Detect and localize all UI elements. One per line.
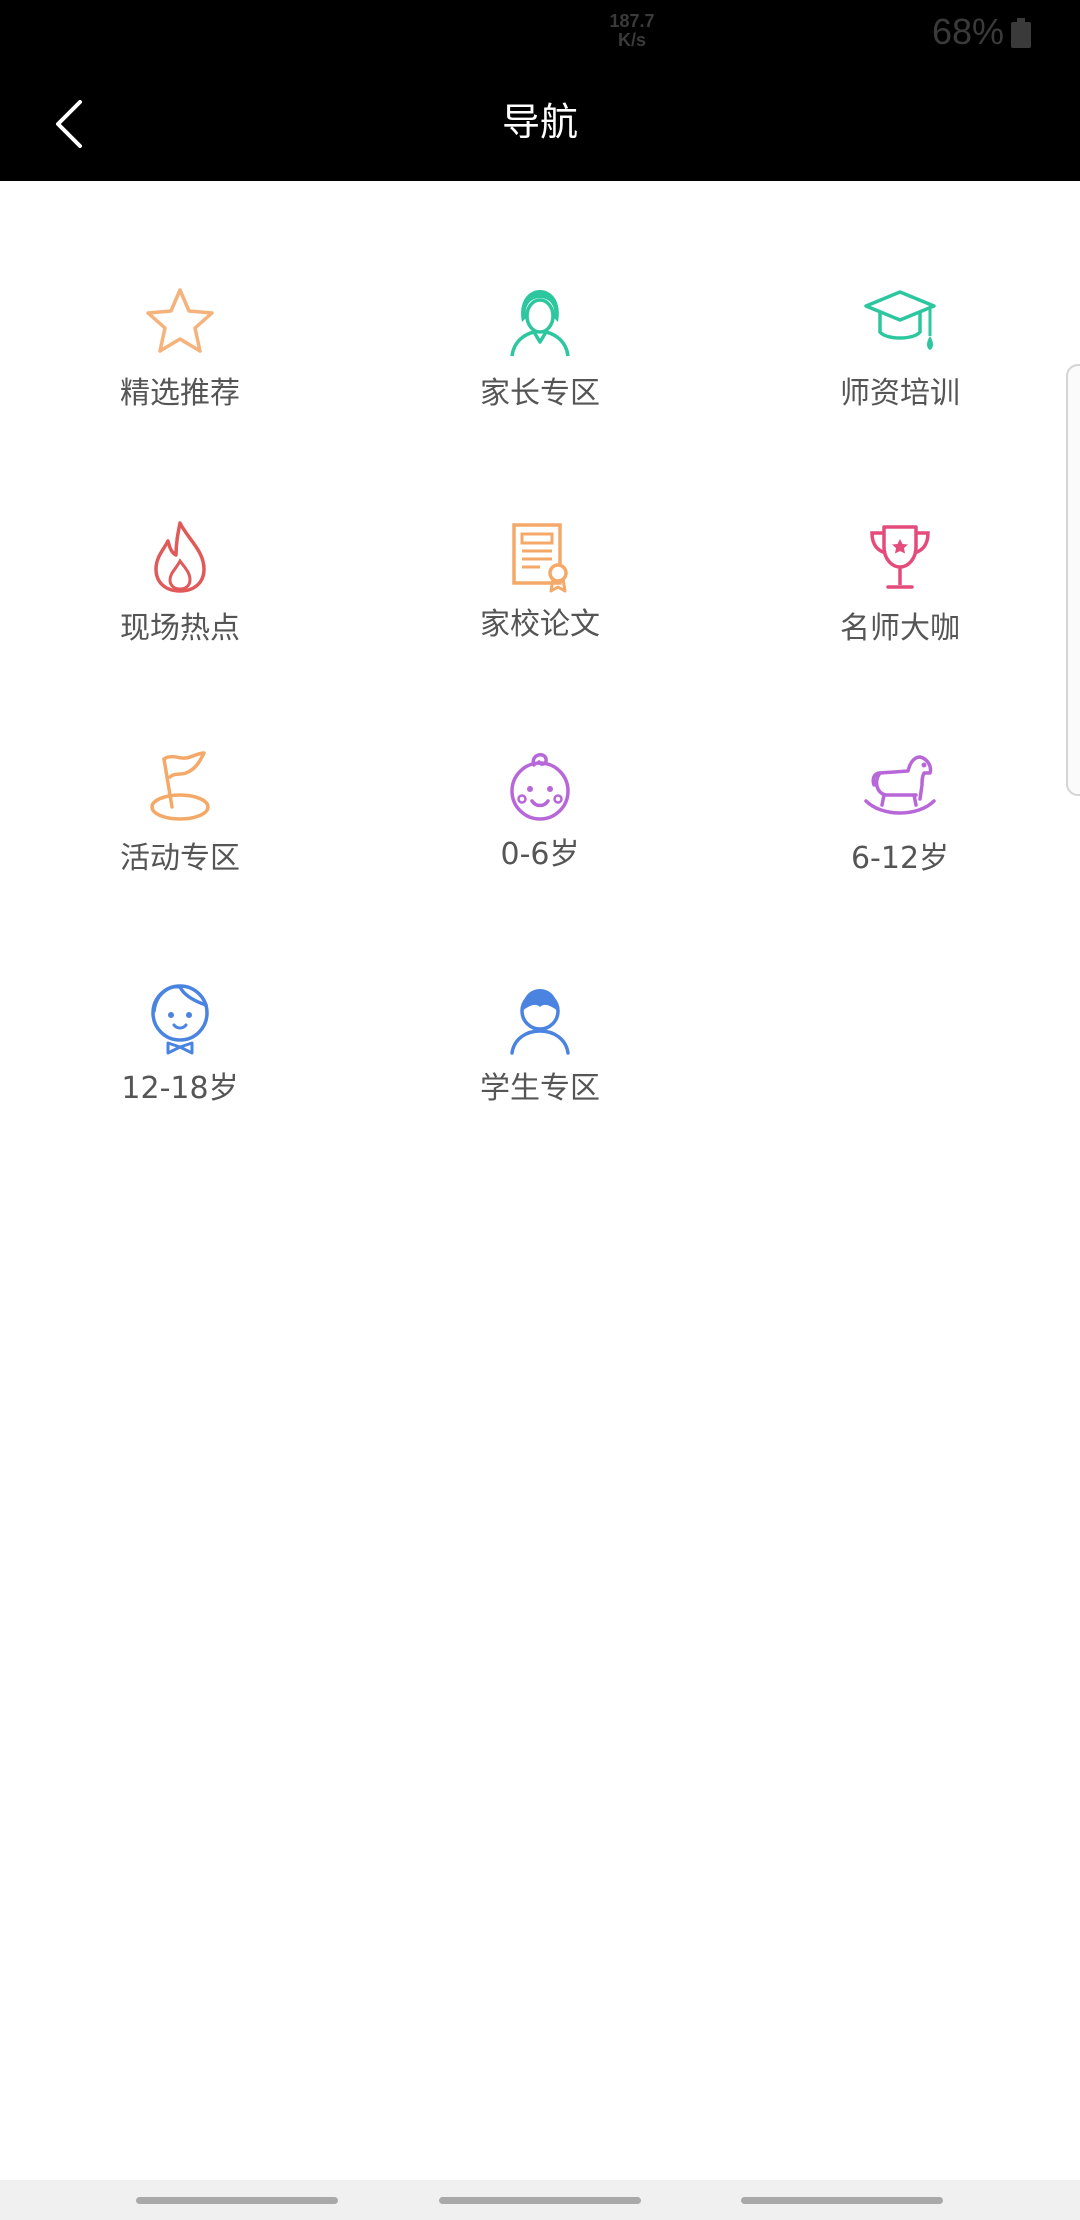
edge-panel-handle[interactable] [1066, 364, 1080, 796]
network-speed: 187.7 K/s [596, 12, 668, 50]
star-icon [140, 282, 220, 362]
baby-face-icon [500, 747, 580, 827]
back-button[interactable] [30, 84, 110, 164]
gesture-pill-right[interactable] [741, 2197, 943, 2204]
certificate-icon [500, 517, 580, 597]
flag-icon [140, 747, 220, 827]
graduation-cap-icon [860, 282, 940, 362]
nav-item-label: 0-6岁 [500, 837, 580, 872]
nav-item-hot-topics[interactable]: 现场热点 [30, 517, 330, 697]
network-speed-value: 187.7 [609, 11, 655, 31]
nav-item-label: 精选推荐 [120, 376, 240, 411]
nav-item-age-6-12[interactable]: 6-12岁 [750, 747, 1050, 927]
page-title: 导航 [501, 100, 578, 144]
app-bar: 导航 [0, 64, 1080, 181]
gesture-bar [0, 2180, 1080, 2220]
nav-item-label: 名师大咖 [840, 611, 960, 646]
nav-item-parents[interactable]: 家长专区 [390, 282, 690, 462]
gesture-pill-left[interactable] [136, 2197, 338, 2204]
status-bar: 187.7 K/s 68% [0, 0, 1080, 64]
gesture-pill-center[interactable] [439, 2197, 641, 2204]
nav-item-teacher-training[interactable]: 师资培训 [750, 282, 1050, 462]
nav-item-papers[interactable]: 家校论文 [390, 517, 690, 697]
nav-item-label: 活动专区 [120, 841, 240, 876]
student-icon [500, 977, 580, 1057]
nav-item-label: 家校论文 [480, 607, 600, 642]
chevron-left-icon [56, 100, 82, 148]
nav-item-label: 师资培训 [840, 376, 960, 411]
nav-item-age-12-18[interactable]: 12-18岁 [30, 977, 330, 1157]
nav-item-label: 现场热点 [120, 611, 240, 646]
parent-icon [500, 282, 580, 362]
trophy-icon [860, 517, 940, 597]
nav-item-age-0-6[interactable]: 0-6岁 [390, 747, 690, 927]
battery-level: 68% [931, 11, 1004, 52]
nav-item-featured[interactable]: 精选推荐 [30, 282, 330, 462]
nav-item-label: 12-18岁 [121, 1071, 239, 1106]
nav-item-famous-teachers[interactable]: 名师大咖 [750, 517, 1050, 697]
nav-item-label: 学生专区 [480, 1071, 600, 1106]
flame-icon [140, 517, 220, 597]
nav-item-activities[interactable]: 活动专区 [30, 747, 330, 927]
network-speed-unit: K/s [617, 30, 646, 50]
nav-item-students[interactable]: 学生专区 [390, 977, 690, 1157]
battery-icon [1011, 18, 1031, 48]
nav-item-label: 6-12岁 [850, 841, 950, 876]
boy-face-icon [140, 977, 220, 1057]
nav-item-label: 家长专区 [480, 376, 600, 411]
rocking-horse-icon [860, 747, 940, 827]
